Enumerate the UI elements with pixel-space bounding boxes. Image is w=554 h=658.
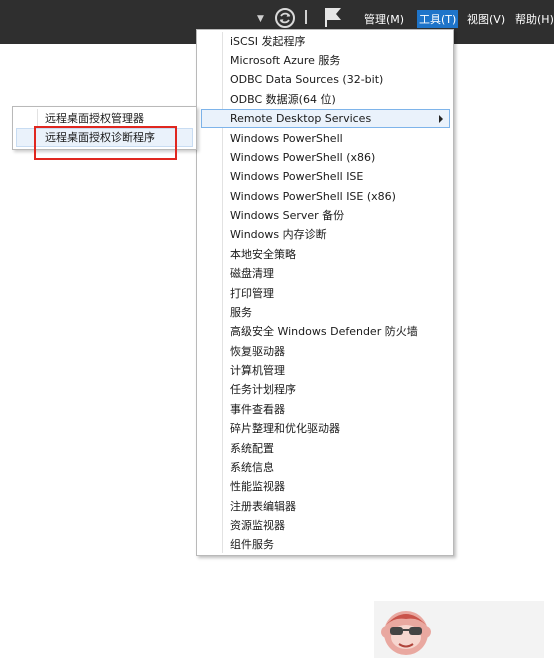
menu-item-powershell-ise[interactable]: Windows PowerShell ISE — [201, 167, 450, 186]
menu-item-resource-monitor[interactable]: 资源监视器 — [201, 516, 450, 535]
menu-item-azure-services[interactable]: Microsoft Azure 服务 — [201, 51, 450, 70]
watermark — [374, 601, 544, 658]
submenu-arrow-icon — [439, 115, 443, 123]
menu-help[interactable]: 帮助(H) — [513, 10, 554, 28]
refresh-icon[interactable] — [274, 7, 296, 29]
menu-item-iscsi-initiator[interactable]: iSCSI 发起程序 — [201, 32, 450, 51]
toolbar-separator — [305, 10, 307, 24]
menu-item-services[interactable]: 服务 — [201, 303, 450, 322]
menu-item-defragment[interactable]: 碎片整理和优化驱动器 — [201, 419, 450, 438]
menu-item-server-backup[interactable]: Windows Server 备份 — [201, 206, 450, 225]
menu-item-memory-diagnostic[interactable]: Windows 内存诊断 — [201, 225, 450, 244]
menu-view[interactable]: 视图(V) — [465, 10, 507, 28]
menu-manage[interactable]: 管理(M) — [362, 10, 406, 28]
menu-item-powershell-ise-x86[interactable]: Windows PowerShell ISE (x86) — [201, 187, 450, 206]
menu-item-computer-management[interactable]: 计算机管理 — [201, 361, 450, 380]
menu-item-remote-desktop-services[interactable]: Remote Desktop Services — [201, 109, 450, 128]
tools-dropdown-menu: iSCSI 发起程序 Microsoft Azure 服务 ODBC Data … — [196, 29, 454, 556]
menu-item-odbc-32[interactable]: ODBC Data Sources (32-bit) — [201, 70, 450, 89]
menu-item-event-viewer[interactable]: 事件查看器 — [201, 400, 450, 419]
annotation-highlight-box — [34, 126, 177, 160]
menu-tools[interactable]: 工具(T) — [417, 10, 459, 28]
menu-item-local-security-policy[interactable]: 本地安全策略 — [201, 245, 450, 264]
menu-item-component-services[interactable]: 组件服务 — [201, 535, 450, 554]
menu-item-disk-cleanup[interactable]: 磁盘清理 — [201, 264, 450, 283]
menu-item-defender-firewall[interactable]: 高级安全 Windows Defender 防火墙 — [201, 322, 450, 341]
menu-item-task-scheduler[interactable]: 任务计划程序 — [201, 380, 450, 399]
menu-item-powershell-x86[interactable]: Windows PowerShell (x86) — [201, 148, 450, 167]
menu-item-label: Remote Desktop Services — [230, 112, 372, 125]
menu-item-registry-editor[interactable]: 注册表编辑器 — [201, 497, 450, 516]
notification-flag-icon[interactable] — [322, 6, 344, 28]
menu-item-performance-monitor[interactable]: 性能监视器 — [201, 477, 450, 496]
dropdown-caret-icon[interactable]: ▼ — [257, 14, 264, 24]
menu-item-system-information[interactable]: 系统信息 — [201, 458, 450, 477]
menu-item-system-configuration[interactable]: 系统配置 — [201, 439, 450, 458]
monkey-face-icon — [381, 611, 431, 655]
menu-item-odbc-64[interactable]: ODBC 数据源(64 位) — [201, 90, 450, 109]
menu-item-print-management[interactable]: 打印管理 — [201, 284, 450, 303]
menu-item-powershell[interactable]: Windows PowerShell — [201, 129, 450, 148]
menu-item-recovery-drive[interactable]: 恢复驱动器 — [201, 342, 450, 361]
